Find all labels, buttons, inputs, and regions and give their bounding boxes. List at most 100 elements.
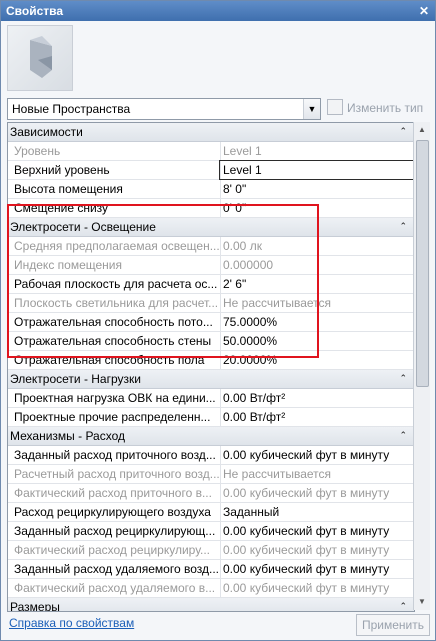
property-value-field[interactable]: 75.0000% xyxy=(220,313,413,331)
property-row: Проектные прочие распределенн... 0.00 Вт/… xyxy=(8,408,414,427)
property-row: Высота помещения 8' 0" xyxy=(8,180,414,199)
edit-type-icon xyxy=(327,99,343,115)
group-header[interactable]: Размеры ⌃ xyxy=(8,598,414,611)
property-row: Индекс помещения 0.000000 xyxy=(8,256,414,275)
scroll-down-icon[interactable]: ▼ xyxy=(414,594,430,610)
property-name: Расход рециркулирующего воздуха xyxy=(14,505,211,519)
property-row: Отражательная способность пола 20.0000% xyxy=(8,351,414,370)
property-value: 0.00 Вт/фт² xyxy=(223,391,286,405)
collapse-icon[interactable]: ⌃ xyxy=(399,221,407,232)
title-bar[interactable]: Свойства ✕ xyxy=(1,1,435,21)
property-name: Средняя предполагаемая освещен... xyxy=(14,239,220,253)
property-value: 0.00 Вт/фт² xyxy=(223,410,286,424)
edit-type-label: Изменить тип xyxy=(347,101,424,115)
property-value: Не рассчитывается xyxy=(223,296,332,310)
property-value-field[interactable]: 0.00 Вт/фт² xyxy=(220,389,413,407)
property-row: Смещение снизу 0' 0" xyxy=(8,199,414,218)
property-value-field: Level 1 xyxy=(220,142,413,160)
property-value: Не рассчитывается xyxy=(223,467,332,481)
property-value-field: 0.00 кубический фут в минуту xyxy=(220,484,413,502)
property-value-field[interactable]: 0' 0" xyxy=(220,199,413,217)
property-value-field[interactable]: 2' 6" xyxy=(220,275,413,293)
property-value-field[interactable]: 20.0000% xyxy=(220,351,413,369)
property-row: Отражательная способность пото... 75.0000… xyxy=(8,313,414,332)
apply-button[interactable]: Применить xyxy=(356,614,430,636)
property-name: Отражательная способность пола xyxy=(14,353,205,367)
type-selector-value: Новые Пространства xyxy=(12,102,131,116)
revit-family-icon xyxy=(30,36,52,78)
scroll-thumb[interactable] xyxy=(416,140,429,387)
edit-type-button[interactable]: Изменить тип xyxy=(327,99,423,115)
property-name: Индекс помещения xyxy=(14,258,122,272)
property-row: Верхний уровень Level 1 xyxy=(8,160,414,180)
properties-palette: Свойства ✕ Новые Пространства ▼ Изменить… xyxy=(0,0,436,641)
group-header[interactable]: Зависимости ⌃ xyxy=(8,123,414,142)
collapse-icon[interactable]: ⌃ xyxy=(399,373,407,384)
property-row: Проектная нагрузка ОВК на едини... 0.00 В… xyxy=(8,389,414,408)
property-value-field[interactable]: 8' 0" xyxy=(220,180,413,198)
collapse-icon[interactable]: ⌃ xyxy=(399,126,407,137)
property-name: Верхний уровень xyxy=(14,163,110,177)
property-name: Отражательная способность стены xyxy=(14,334,212,348)
collapse-icon[interactable]: ⌃ xyxy=(399,430,407,441)
property-name: Рабочая плоскость для расчета ос... xyxy=(14,277,218,291)
property-name: Проектная нагрузка ОВК на едини... xyxy=(14,391,216,405)
property-value: 0.00 кубический фут в минуту xyxy=(223,562,390,576)
property-name: Фактический расход рециркулиру... xyxy=(14,543,211,557)
property-row: Фактический расход приточного в... 0.00 к… xyxy=(8,484,414,503)
property-name: Заданный расход приточного возд... xyxy=(14,448,216,462)
property-value: 0.000000 xyxy=(223,258,274,272)
property-value: 8' 0" xyxy=(223,182,247,196)
group-header[interactable]: Электросети - Освещение ⌃ xyxy=(8,218,414,237)
property-value: 75.0000% xyxy=(223,315,278,329)
property-value-field[interactable]: 0.00 кубический фут в минуту xyxy=(220,446,413,464)
property-name: Заданный расход удаляемого возд... xyxy=(14,562,219,576)
property-name: Заданный расход рециркулирующ... xyxy=(14,524,216,538)
property-row: Фактический расход рециркулиру... 0.00 ку… xyxy=(8,541,414,560)
property-name: Расчетный расход приточного возд... xyxy=(14,467,220,481)
property-row: Заданный расход рециркулирующ... 0.00 куб… xyxy=(8,522,414,541)
property-value-field[interactable]: 0.00 кубический фут в минуту xyxy=(220,560,413,578)
property-name: Смещение снизу xyxy=(14,201,109,215)
property-value-field[interactable]: 0.00 Вт/фт² xyxy=(220,408,413,426)
property-name: Уровень xyxy=(14,144,61,158)
property-row: Рабочая плоскость для расчета ос... 2' 6" xyxy=(8,275,414,294)
property-row: Расход рециркулирующего воздуха Заданный xyxy=(8,503,414,522)
property-value: 0.00 кубический фут в минуту xyxy=(223,543,390,557)
property-name: Фактический расход приточного в... xyxy=(14,486,212,500)
group-header[interactable]: Электросети - Нагрузки ⌃ xyxy=(8,370,414,389)
property-row: Плоскость светильника для расчет... Не ра… xyxy=(8,294,414,313)
type-selector[interactable]: Новые Пространства ▼ xyxy=(7,98,321,120)
properties-help-link[interactable]: Справка по свойствам xyxy=(9,616,134,630)
property-value-field[interactable]: 50.0000% xyxy=(220,332,413,350)
property-name: Высота помещения xyxy=(14,182,123,196)
property-row: Отражательная способность стены 50.0000% xyxy=(8,332,414,351)
chevron-down-icon[interactable]: ▼ xyxy=(303,99,320,119)
property-value: Заданный xyxy=(223,505,280,519)
property-value-field: 0.00 лк xyxy=(220,237,413,255)
property-name: Плоскость светильника для расчет... xyxy=(14,296,219,310)
property-value: 0.00 кубический фут в минуту xyxy=(223,486,390,500)
property-row: Фактический расход удаляемого в... 0.00 к… xyxy=(8,579,414,598)
property-value-field[interactable]: 0.00 кубический фут в минуту xyxy=(220,522,413,540)
property-value-field: 0.00 кубический фут в минуту xyxy=(220,579,413,597)
property-row: Заданный расход приточного возд... 0.00 к… xyxy=(8,446,414,465)
properties-grid: Зависимости ⌃ Уровень Level 1 Верхний уровен… xyxy=(7,122,415,612)
property-row: Заданный расход удаляемого возд... 0.00 к… xyxy=(8,560,414,579)
property-value: 20.0000% xyxy=(223,353,278,367)
property-value-field[interactable]: Заданный xyxy=(220,503,413,521)
collapse-icon[interactable]: ⌃ xyxy=(399,601,407,611)
group-header[interactable]: Механизмы - Расход ⌃ xyxy=(8,427,414,446)
group-label: Зависимости xyxy=(10,125,83,139)
scroll-up-icon[interactable]: ▲ xyxy=(414,122,430,138)
grid-scrollbar[interactable]: ▲ ▼ xyxy=(413,122,430,610)
property-value-field: 0.000000 xyxy=(220,256,413,274)
group-label: Электросети - Нагрузки xyxy=(10,372,141,386)
property-row: Средняя предполагаемая освещен... 0.00 лк xyxy=(8,237,414,256)
property-value-field[interactable]: Level 1 xyxy=(219,160,414,180)
property-value: Level 1 xyxy=(223,163,262,177)
window-title: Свойства xyxy=(6,4,64,18)
property-name: Фактический расход удаляемого в... xyxy=(14,581,216,595)
footer: Справка по свойствам Применить xyxy=(1,612,435,640)
close-icon[interactable]: ✕ xyxy=(419,1,429,21)
